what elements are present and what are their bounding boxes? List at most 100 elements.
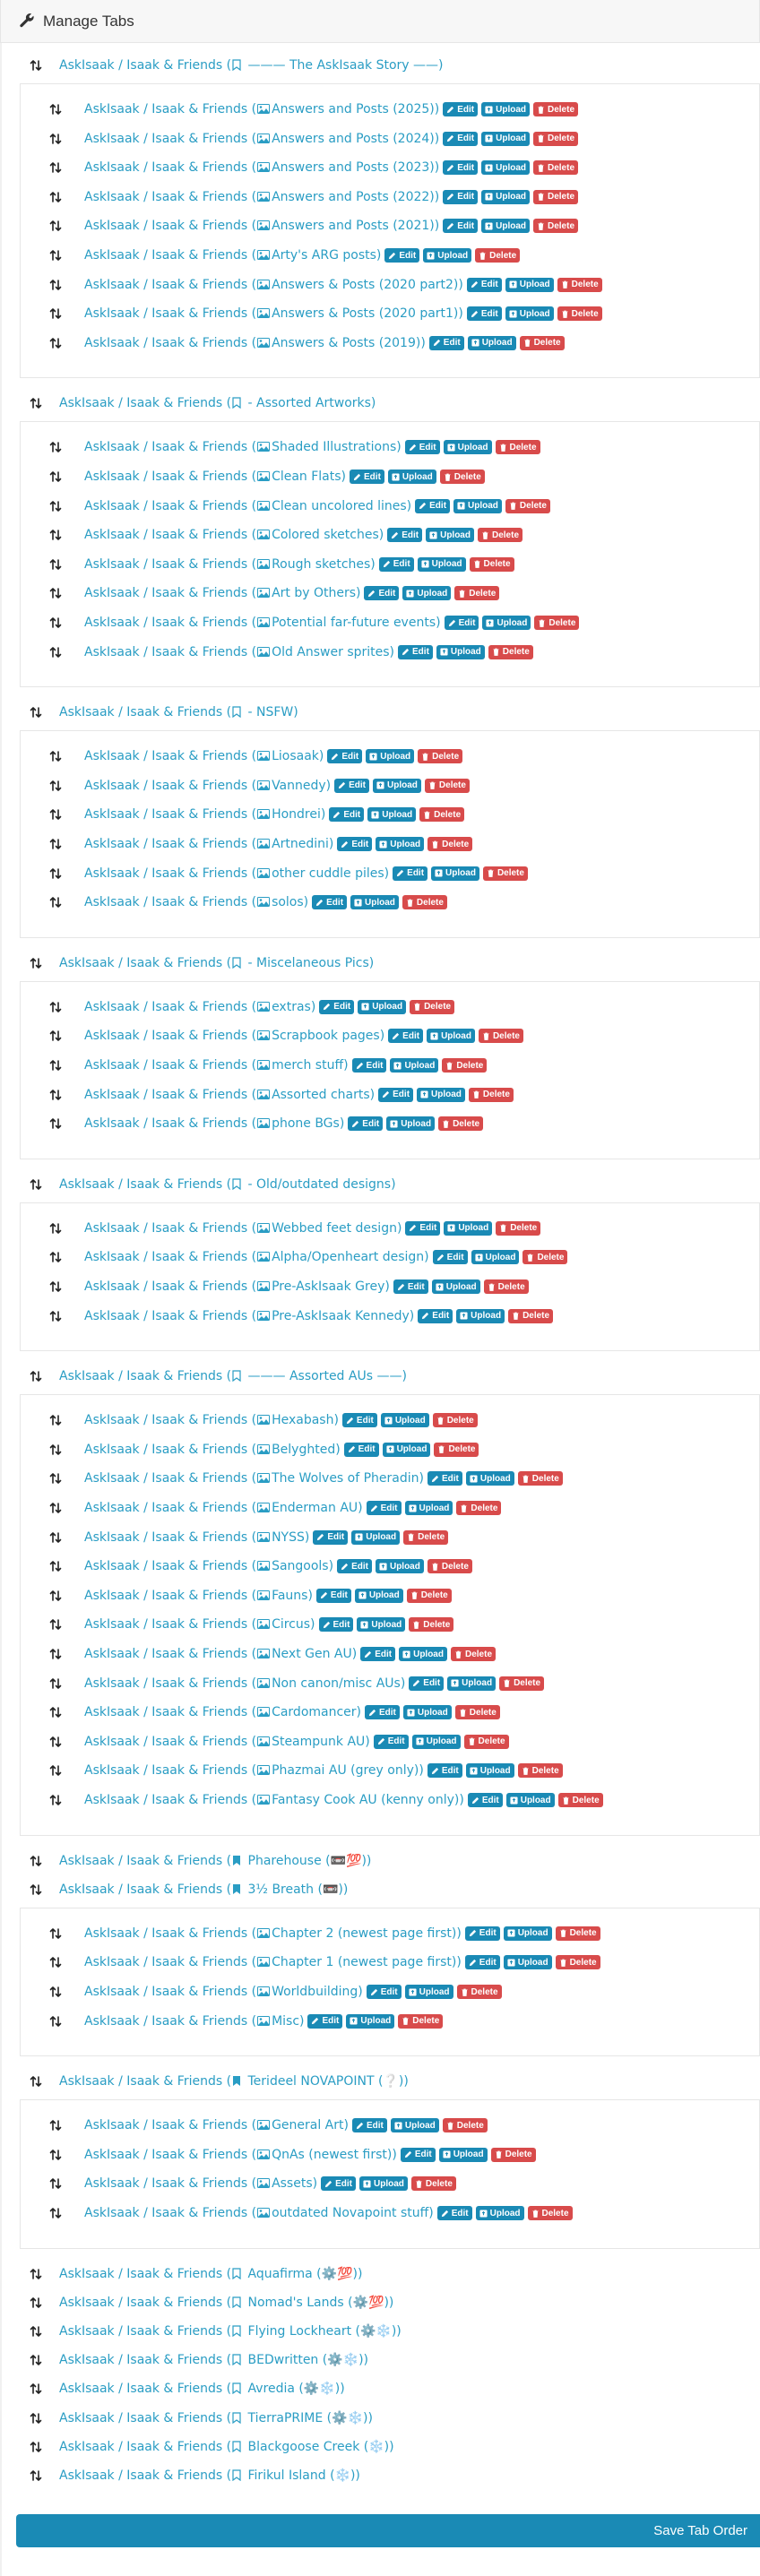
upload-button[interactable]: Upload <box>447 1676 497 1691</box>
drag-handle-icon[interactable] <box>27 56 45 74</box>
edit-button[interactable]: Edit <box>443 131 479 146</box>
tab-row-child[interactable]: AskIsaak / Isaak & Friends (Worldbuildin… <box>47 1982 502 2002</box>
tab-row-child[interactable]: AskIsaak / Isaak & Friends (outdated Nov… <box>47 2203 573 2223</box>
delete-button[interactable]: Delete <box>456 1501 502 1515</box>
upload-button[interactable]: Upload <box>411 1734 461 1749</box>
tab-row-group[interactable]: AskIsaak / Isaak & Friends ( - Old/outda… <box>27 1175 396 1194</box>
tab-label[interactable]: AskIsaak / Isaak & Friends (Vannedy) <box>84 779 331 793</box>
drag-handle-icon[interactable] <box>47 998 65 1016</box>
tab-row-child[interactable]: AskIsaak / Isaak & Friends (Fauns) Edit Up… <box>47 1586 452 1606</box>
tab-row-group[interactable]: AskIsaak / Isaak & Friends ( - NSFW) <box>27 702 298 722</box>
tab-row-group[interactable]: AskIsaak / Isaak & Friends ( TierraPRIME… <box>27 2408 373 2428</box>
edit-button[interactable]: Edit <box>393 866 428 881</box>
tab-row-child[interactable]: AskIsaak / Isaak & Friends (phone BGs) Ed… <box>47 1114 484 1133</box>
edit-button[interactable]: Edit <box>360 1647 396 1661</box>
upload-button[interactable]: Upload <box>465 1763 514 1779</box>
tab-label[interactable]: AskIsaak / Isaak & Friends (Answers and … <box>84 102 439 116</box>
tab-row-child[interactable]: AskIsaak / Isaak & Friends (Answers & Po… <box>47 275 602 295</box>
tab-row-group[interactable]: AskIsaak / Isaak & Friends ( Avredia (⚙️… <box>27 2379 345 2399</box>
drag-handle-icon[interactable] <box>47 276 65 294</box>
drag-handle-icon[interactable] <box>47 1703 65 1721</box>
drag-handle-icon[interactable] <box>47 893 65 911</box>
upload-button[interactable]: Upload <box>367 807 417 823</box>
upload-button[interactable]: Upload <box>453 498 502 513</box>
delete-button[interactable]: Delete <box>517 1763 563 1779</box>
drag-handle-icon[interactable] <box>47 2012 65 2030</box>
delete-button[interactable]: Delete <box>534 616 580 630</box>
tab-label[interactable]: AskIsaak / Isaak & Friends (other cuddle… <box>84 866 389 881</box>
delete-button[interactable]: Delete <box>438 1116 484 1132</box>
tab-label[interactable]: AskIsaak / Isaak & Friends (Shaded Illus… <box>84 440 402 454</box>
tab-row-child[interactable]: AskIsaak / Isaak & Friends (Artnedini) Ed… <box>47 834 473 854</box>
drag-handle-icon[interactable] <box>47 2116 65 2134</box>
upload-button[interactable]: Upload <box>404 1501 453 1515</box>
delete-button[interactable]: Delete <box>402 895 447 910</box>
tab-label[interactable]: AskIsaak / Isaak & Friends (General Art) <box>84 2118 349 2132</box>
tab-row-child[interactable]: AskIsaak / Isaak & Friends (Phazmai AU (… <box>47 1761 563 1780</box>
tab-label[interactable]: AskIsaak / Isaak & Friends (Answers & Po… <box>84 278 463 292</box>
drag-handle-icon[interactable] <box>47 100 65 118</box>
edit-button[interactable]: Edit <box>312 895 348 910</box>
drag-handle-icon[interactable] <box>47 1248 65 1266</box>
drag-handle-icon[interactable] <box>27 1367 45 1385</box>
edit-button[interactable]: Edit <box>400 2147 436 2162</box>
tab-label[interactable]: AskIsaak / Isaak & Friends ( Blackgoose … <box>59 2440 394 2454</box>
tab-row-child[interactable]: AskIsaak / Isaak & Friends (Art by Other… <box>47 583 500 603</box>
delete-button[interactable]: Delete <box>483 1279 529 1294</box>
upload-button[interactable]: Upload <box>503 1926 552 1941</box>
delete-button[interactable]: Delete <box>533 219 579 234</box>
tab-label[interactable]: AskIsaak / Isaak & Friends (Next Gen AU) <box>84 1647 357 1661</box>
drag-handle-icon[interactable] <box>27 1176 45 1193</box>
drag-handle-icon[interactable] <box>47 130 65 148</box>
tab-row-child[interactable]: AskIsaak / Isaak & Friends (Answers and … <box>47 158 579 177</box>
tab-row-group[interactable]: AskIsaak / Isaak & Friends ( Pharehouse … <box>27 1851 371 1871</box>
upload-button[interactable]: Upload <box>382 1442 431 1457</box>
tab-row-child[interactable]: AskIsaak / Isaak & Friends (Hondrei) Edit… <box>47 805 465 824</box>
upload-button[interactable]: Upload <box>375 1559 424 1574</box>
upload-button[interactable]: Upload <box>346 2013 395 2029</box>
tab-row-child[interactable]: AskIsaak / Isaak & Friends (merch stuff)… <box>47 1055 488 1075</box>
tab-row-child[interactable]: AskIsaak / Isaak & Friends (Scrapbook pa… <box>47 1026 523 1046</box>
tab-label[interactable]: AskIsaak / Isaak & Friends (Pre-AskIsaak… <box>84 1279 390 1294</box>
delete-button[interactable]: Delete <box>496 1220 541 1236</box>
drag-handle-icon[interactable] <box>47 2204 65 2222</box>
upload-button[interactable]: Upload <box>443 440 492 455</box>
tab-label[interactable]: AskIsaak / Isaak & Friends (Enderman AU) <box>84 1501 363 1515</box>
delete-button[interactable]: Delete <box>403 1529 449 1545</box>
drag-handle-icon[interactable] <box>47 1733 65 1751</box>
edit-button[interactable]: Edit <box>428 335 464 350</box>
tab-label[interactable]: AskIsaak / Isaak & Friends (Answers & Po… <box>84 336 426 350</box>
drag-handle-icon[interactable] <box>47 1219 65 1237</box>
tab-row-child[interactable]: AskIsaak / Isaak & Friends (Pre-AskIsaak… <box>47 1306 554 1326</box>
drag-handle-icon[interactable] <box>47 1115 65 1133</box>
delete-button[interactable]: Delete <box>456 1985 502 1999</box>
edit-button[interactable]: Edit <box>337 1559 372 1574</box>
tab-label[interactable]: AskIsaak / Isaak & Friends (Answers & Po… <box>84 306 463 321</box>
edit-button[interactable]: Edit <box>364 586 400 601</box>
upload-button[interactable]: Upload <box>402 586 452 601</box>
tab-label[interactable]: AskIsaak / Isaak & Friends (Answers and … <box>84 219 439 233</box>
save-tab-order-button[interactable]: Save Tab Order <box>16 2514 760 2547</box>
tab-row-group[interactable]: AskIsaak / Isaak & Friends ( Blackgoose … <box>27 2437 394 2457</box>
tab-row-group[interactable]: AskIsaak / Isaak & Friends ( ——— Assorte… <box>27 1366 407 1386</box>
drag-handle-icon[interactable] <box>27 2409 45 2427</box>
tab-row-child[interactable]: AskIsaak / Isaak & Friends (other cuddle… <box>47 864 528 883</box>
drag-handle-icon[interactable] <box>27 2467 45 2485</box>
upload-button[interactable]: Upload <box>503 1955 552 1970</box>
drag-handle-icon[interactable] <box>27 2380 45 2398</box>
tab-label[interactable]: AskIsaak / Isaak & Friends (Fauns) <box>84 1589 313 1603</box>
drag-handle-icon[interactable] <box>47 865 65 883</box>
edit-button[interactable]: Edit <box>443 189 479 204</box>
edit-button[interactable]: Edit <box>398 644 433 659</box>
tab-label[interactable]: AskIsaak / Isaak & Friends (Clean Flats) <box>84 470 346 484</box>
delete-button[interactable]: Delete <box>410 999 455 1014</box>
edit-button[interactable]: Edit <box>444 616 479 630</box>
delete-button[interactable]: Delete <box>463 1734 509 1749</box>
edit-button[interactable]: Edit <box>351 2118 387 2133</box>
edit-button[interactable]: Edit <box>428 1471 462 1486</box>
tab-label[interactable]: AskIsaak / Isaak & Friends ( - Assorted … <box>59 396 376 410</box>
tab-row-child[interactable]: AskIsaak / Isaak & Friends (NYSS) Edit Upl… <box>47 1528 449 1547</box>
edit-button[interactable]: Edit <box>466 277 502 292</box>
upload-button[interactable]: Upload <box>481 219 530 234</box>
edit-button[interactable]: Edit <box>464 1926 500 1941</box>
